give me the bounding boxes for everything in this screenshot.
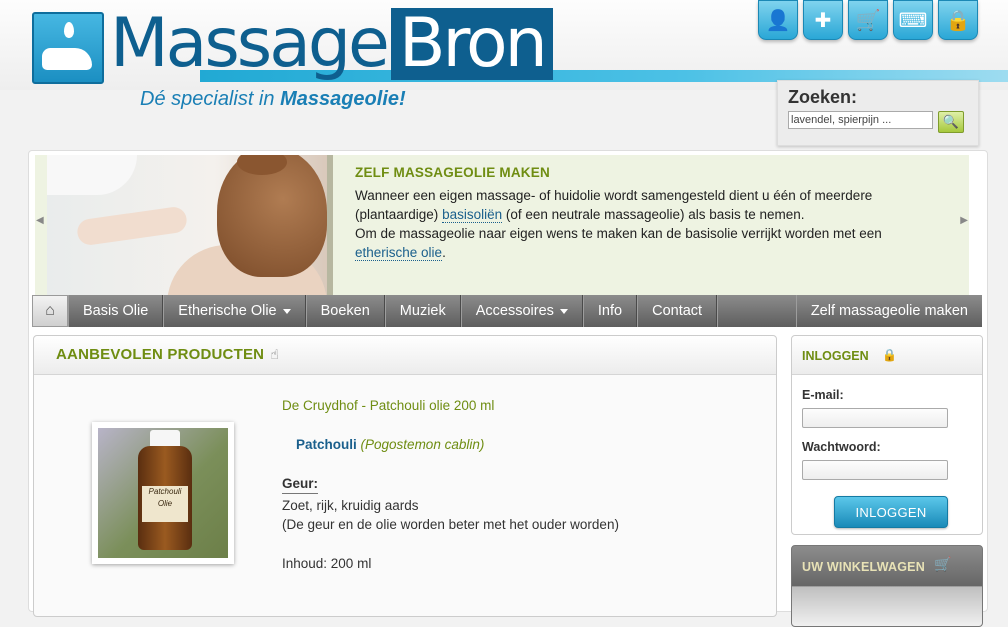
nav-contact[interactable]: Contact	[637, 295, 718, 327]
user-icon[interactable]: 👤	[758, 0, 798, 40]
keyboard-icon[interactable]: ⌨	[893, 0, 933, 40]
etherische-olie-link[interactable]: etherische olie	[355, 245, 443, 261]
banner-paragraph-2: Om de massageolie naar eigen wens te mak…	[355, 226, 882, 261]
tagline: Dé specialist in Massageolie!	[140, 88, 406, 110]
cart-panel[interactable]: UW WINKELWAGEN 🛒	[791, 545, 983, 627]
login-button[interactable]: INLOGGEN	[834, 496, 948, 528]
cart-title: UW WINKELWAGEN	[802, 560, 925, 574]
nav-etherische-olie[interactable]: Etherische Olie	[163, 295, 306, 327]
search-box: Zoeken: 🔍	[777, 80, 979, 146]
top-icons: 👤 ✚ 🛒 ⌨ 🔒	[758, 0, 978, 40]
product-image[interactable]: Patchouli Olie	[92, 422, 234, 564]
chevron-down-icon	[559, 308, 568, 314]
products-title: AANBEVOLEN PRODUCTEN ☝	[56, 346, 279, 363]
chevron-down-icon	[282, 308, 291, 314]
banner-title: ZELF MASSAGEOLIE MAKEN	[355, 165, 550, 180]
product-plant: Patchouli (Pogostemon cablin)	[296, 437, 485, 452]
thumbs-up-icon: ☝	[270, 346, 279, 362]
cart-icon: 🛒	[934, 556, 952, 572]
banner-divider	[327, 155, 333, 295]
search-input[interactable]	[788, 111, 933, 129]
products-header: AANBEVOLEN PRODUCTEN ☝	[34, 336, 776, 375]
banner-text: ZELF MASSAGEOLIE MAKEN Wanneer een eigen…	[355, 163, 935, 262]
banner: ◀ ZELF MASSAGEOLIE MAKEN Wanneer een eig…	[35, 155, 969, 295]
password-label: Wachtwoord:	[802, 440, 881, 454]
main-content: ◀ ZELF MASSAGEOLIE MAKEN Wanneer een eig…	[28, 150, 988, 627]
nav-boeken[interactable]: Boeken	[305, 295, 385, 327]
login-title: INLOGGEN	[802, 349, 869, 363]
geur-line-1: Zoet, rijk, kruidig aards	[282, 498, 419, 513]
nav-accessoires[interactable]: Accessoires	[460, 295, 583, 327]
recommended-products: AANBEVOLEN PRODUCTEN ☝ Patchouli Olie De …	[33, 335, 777, 617]
email-field[interactable]	[802, 408, 948, 428]
search-button[interactable]: 🔍	[938, 111, 964, 133]
product-inhoud: Inhoud: 200 ml	[282, 556, 372, 571]
add-document-icon[interactable]: ✚	[803, 0, 843, 40]
nav-basis-olie[interactable]: Basis Olie	[68, 295, 164, 327]
logo-mark-icon	[32, 12, 104, 84]
main-nav: ⌂ Basis Olie Etherische Olie Boeken Muzi…	[32, 295, 982, 327]
geur-heading: Geur:	[282, 474, 319, 494]
banner-paragraph-1: Wanneer een eigen massage- of huidolie w…	[355, 188, 873, 223]
product-info: De Cruydhof - Patchouli olie 200 ml Patc…	[282, 396, 742, 573]
lock-icon: 🔒	[882, 348, 897, 362]
search-icon: 🔍	[942, 114, 960, 129]
cart-icon[interactable]: 🛒	[848, 0, 888, 40]
password-field[interactable]	[802, 460, 948, 480]
geur-line-2: (De geur en de olie worden beter met het…	[282, 517, 619, 532]
nav-info[interactable]: Info	[582, 295, 638, 327]
nav-spacer	[717, 295, 796, 327]
login-panel: INLOGGEN 🔒 E-mail: Wachtwoord: INLOGGEN	[791, 335, 983, 535]
nav-muziek[interactable]: Muziek	[384, 295, 461, 327]
nav-zelf-massageolie-maken[interactable]: Zelf massageolie maken	[795, 295, 982, 327]
email-label: E-mail:	[802, 388, 844, 402]
product-name[interactable]: De Cruydhof - Patchouli olie 200 ml	[282, 396, 742, 415]
login-header: INLOGGEN 🔒	[792, 336, 982, 375]
banner-prev-icon[interactable]: ◀	[36, 215, 44, 226]
basisolien-link[interactable]: basisoliën	[442, 207, 503, 223]
home-icon[interactable]: ⌂	[32, 295, 68, 327]
banner-photo	[47, 155, 327, 295]
banner-next-icon[interactable]: ▶	[960, 215, 968, 226]
lock-icon[interactable]: 🔒	[938, 0, 978, 40]
search-title: Zoeken:	[788, 87, 858, 107]
logo-text: Massage Bron	[110, 4, 553, 83]
